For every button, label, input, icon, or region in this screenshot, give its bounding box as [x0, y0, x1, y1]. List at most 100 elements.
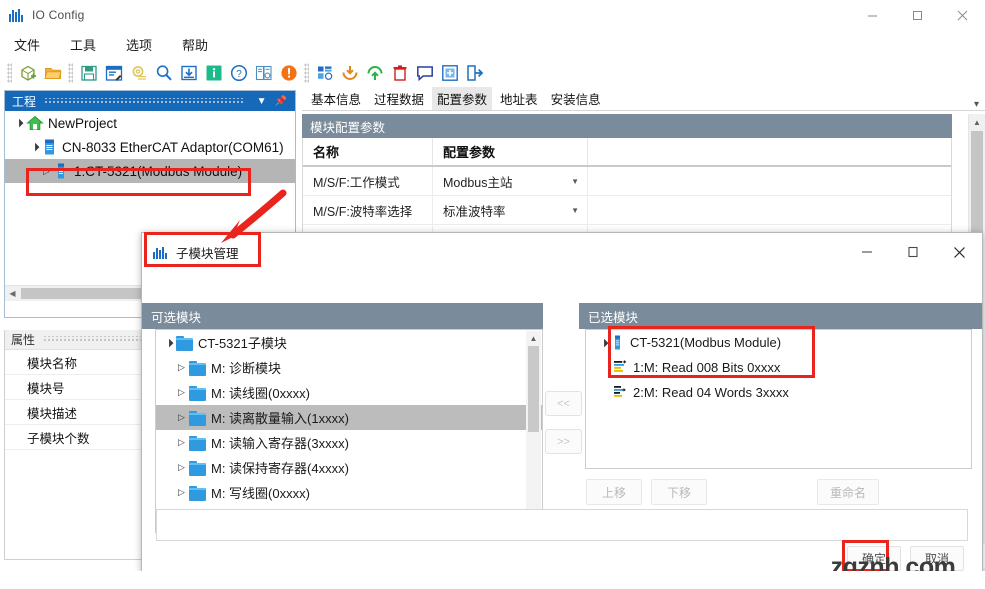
- menu-item-help[interactable]: 帮助: [182, 32, 222, 57]
- info-icon[interactable]: [202, 62, 225, 85]
- module-icon: [613, 335, 625, 351]
- import-icon[interactable]: [338, 62, 361, 85]
- tab-config-params[interactable]: 配置参数: [432, 87, 492, 110]
- export-upload-icon[interactable]: [363, 62, 386, 85]
- attribute-label: 模块号: [27, 378, 65, 397]
- tab-overflow-icon[interactable]: ▾: [974, 99, 979, 110]
- tree-item-newproject[interactable]: NewProject: [5, 111, 295, 135]
- attribute-label: 子模块个数: [27, 428, 90, 447]
- report-icon[interactable]: [252, 62, 275, 85]
- new-project-icon[interactable]: [16, 62, 39, 85]
- selected-modules-list[interactable]: CT-5321(Modbus Module) 1:M: Read 008 Bit…: [585, 329, 972, 469]
- save-icon[interactable]: [77, 62, 100, 85]
- folder-icon: [189, 386, 206, 399]
- tab-install-info[interactable]: 安装信息: [546, 87, 606, 110]
- window-titlebar: IO Config: [0, 0, 985, 31]
- toolbar-grip-3: [304, 63, 309, 83]
- available-modules-header: 可选模块: [142, 303, 543, 329]
- pin-icon[interactable]: 📌: [271, 96, 291, 107]
- project-panel-header: 工程 ▼ 📌: [5, 91, 295, 111]
- scroll-up-icon[interactable]: ▲: [969, 114, 985, 131]
- chevron-down-icon[interactable]: ▼: [571, 177, 579, 186]
- tree-item-label: M: 写线圈(0xxxx): [211, 483, 310, 502]
- available-tree-item-read-holding-reg[interactable]: M: 读保持寄存器(4xxxx): [156, 455, 542, 480]
- available-list-vscrollbar[interactable]: ▲ ▼: [526, 331, 541, 531]
- exit-icon[interactable]: [463, 62, 486, 85]
- available-tree-item-write-coil[interactable]: M: 写线圈(0xxxx): [156, 480, 542, 505]
- modules-icon[interactable]: [313, 62, 336, 85]
- tab-process-data[interactable]: 过程数据: [369, 87, 429, 110]
- menu-item-options[interactable]: 选项: [126, 32, 166, 57]
- tree-item-adaptor[interactable]: CN-8033 EtherCAT Adaptor(COM61): [5, 135, 295, 159]
- dialog-close-icon[interactable]: [936, 233, 982, 271]
- grid-row[interactable]: M/S/F:工作模式 Modbus主站 ▼: [303, 167, 951, 196]
- menu-item-file[interactable]: 文件: [14, 32, 54, 57]
- selected-tree-item-root[interactable]: CT-5321(Modbus Module): [586, 330, 971, 355]
- menu-item-tools[interactable]: 工具: [70, 32, 110, 57]
- attribute-label: 模块名称: [27, 353, 77, 372]
- chevron-down-icon[interactable]: ▼: [253, 96, 271, 107]
- available-tree-item-diagnostic[interactable]: M: 诊断模块: [156, 355, 542, 380]
- move-down-button[interactable]: 下移: [651, 479, 707, 505]
- available-modules-title: 可选模块: [151, 307, 201, 326]
- download-icon[interactable]: [177, 62, 200, 85]
- project-panel-title: 工程: [12, 93, 36, 110]
- grid-row[interactable]: M/S/F:波特率选择 标准波特率 ▼: [303, 196, 951, 225]
- param-value: Modbus主站: [443, 172, 512, 191]
- dialog-maximize-icon[interactable]: [890, 233, 936, 271]
- close-icon[interactable]: [940, 0, 985, 31]
- column-header-extra: [588, 138, 951, 165]
- available-tree-item-read-discrete[interactable]: M: 读离散量输入(1xxxx): [156, 405, 542, 430]
- tab-basic-info[interactable]: 基本信息: [306, 87, 366, 110]
- collapse-icon[interactable]: [174, 487, 189, 498]
- move-up-label: 上移: [602, 484, 626, 501]
- available-tree-item-read-input-reg[interactable]: M: 读输入寄存器(3xxxx): [156, 430, 542, 455]
- open-folder-icon[interactable]: [41, 62, 64, 85]
- rename-button[interactable]: 重命名: [817, 479, 879, 505]
- settings-icon[interactable]: [127, 62, 150, 85]
- available-modules-list[interactable]: CT-5321子模块 M: 诊断模块 M: 读线圈(0xxxx) M: 读离散量…: [155, 329, 543, 533]
- help-icon[interactable]: ?: [227, 62, 250, 85]
- maximize-icon[interactable]: [895, 0, 940, 31]
- chevron-down-icon[interactable]: ▼: [571, 206, 579, 215]
- param-value-combo[interactable]: Modbus主站 ▼: [433, 167, 588, 195]
- param-extra: [588, 196, 951, 224]
- move-up-button[interactable]: 上移: [586, 479, 642, 505]
- dialog-minimize-icon[interactable]: [844, 233, 890, 271]
- scroll-left-icon[interactable]: ◀: [5, 286, 20, 301]
- selected-modules-header: 已选模块: [579, 303, 982, 329]
- collapse-icon[interactable]: [174, 412, 189, 423]
- move-right-button[interactable]: >>: [545, 429, 582, 454]
- description-textbox[interactable]: [156, 509, 968, 541]
- collapse-icon[interactable]: [174, 387, 189, 398]
- save-as-icon[interactable]: [102, 62, 125, 85]
- tree-item-label: M: 读线圈(0xxxx): [211, 383, 310, 402]
- move-down-label: 下移: [667, 484, 691, 501]
- collapse-icon[interactable]: [174, 362, 189, 373]
- move-left-button[interactable]: <<: [545, 391, 582, 416]
- scroll-up-icon[interactable]: ▲: [526, 331, 541, 346]
- comment-icon[interactable]: [413, 62, 436, 85]
- search-icon[interactable]: [152, 62, 175, 85]
- vscroll-thumb[interactable]: [528, 346, 539, 432]
- available-tree-item-root[interactable]: CT-5321子模块: [156, 330, 542, 355]
- tree-item-ct5321-module[interactable]: 1:CT-5321(Modbus Module): [5, 159, 295, 183]
- expand-icon[interactable]: [161, 338, 176, 348]
- tab-address-table[interactable]: 地址表: [495, 87, 543, 110]
- selected-tree-item-read-bits[interactable]: 1:M: Read 008 Bits 0xxxx: [586, 355, 971, 380]
- duplicate-icon[interactable]: [438, 62, 461, 85]
- collapse-icon[interactable]: [39, 166, 54, 177]
- expand-icon[interactable]: [596, 338, 611, 348]
- expand-icon[interactable]: [27, 142, 42, 152]
- param-value: 标准波特率: [443, 201, 506, 220]
- param-value-combo[interactable]: 标准波特率 ▼: [433, 196, 588, 224]
- collapse-icon[interactable]: [174, 462, 189, 473]
- minimize-icon[interactable]: [850, 0, 895, 31]
- available-tree-item-read-coil[interactable]: M: 读线圈(0xxxx): [156, 380, 542, 405]
- folder-icon: [176, 336, 193, 349]
- delete-icon[interactable]: [388, 62, 411, 85]
- alert-icon[interactable]: [277, 62, 300, 85]
- expand-icon[interactable]: [11, 118, 26, 128]
- collapse-icon[interactable]: [174, 437, 189, 448]
- selected-tree-item-read-words[interactable]: 2:M: Read 04 Words 3xxxx: [586, 380, 971, 405]
